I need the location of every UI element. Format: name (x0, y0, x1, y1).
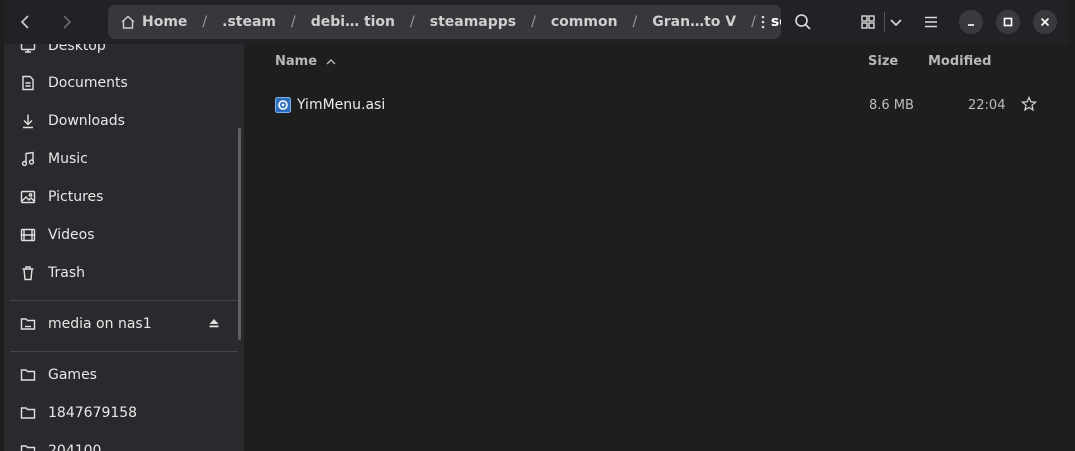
hamburger-menu-icon (925, 16, 937, 28)
column-header-label: Modified (928, 54, 992, 69)
search-button[interactable] (787, 6, 819, 38)
breadcrumb-steam[interactable]: .steam (216, 14, 282, 30)
star-icon[interactable] (1020, 95, 1038, 116)
column-header-name[interactable]: Name (275, 54, 337, 69)
sidebar-item-label: Downloads (48, 113, 125, 129)
file-size: 8.6 MB (869, 98, 914, 113)
breadcrumb-label: steamapps (429, 14, 517, 30)
vertical-dots-icon (761, 15, 765, 29)
column-header-modified[interactable]: Modified (928, 54, 991, 69)
sidebar-item-games[interactable]: Games (18, 360, 228, 390)
close-button[interactable] (1033, 10, 1057, 34)
sidebar-item-label: media on nas1 (48, 316, 152, 332)
maximize-button[interactable] (996, 10, 1020, 34)
documents-icon (18, 73, 38, 93)
breadcrumb-separator: / (291, 14, 296, 30)
column-header-label: Name (275, 54, 318, 69)
column-header-label: Size (868, 54, 899, 69)
file-list-view: Name Size Modified YimMenu.asi 8.6 MB 22… (244, 44, 1068, 451)
videos-icon (18, 225, 38, 245)
folder-menu-button[interactable] (751, 10, 775, 34)
sidebar-item-music[interactable]: Music (18, 144, 228, 174)
sidebar-item-label: Music (48, 151, 88, 167)
sidebar-item-label: Pictures (48, 189, 104, 205)
sidebar-item-1847679158[interactable]: 1847679158 (18, 398, 228, 428)
view-options-button[interactable] (880, 6, 912, 38)
minimize-icon (968, 24, 974, 26)
search-icon (795, 14, 811, 30)
grid-view-icon (861, 15, 875, 29)
desktop-icon (18, 44, 38, 56)
breadcrumb-separator: / (410, 14, 415, 30)
breadcrumb-label: common (550, 14, 618, 30)
breadcrumb-label: Gran…to V (652, 14, 737, 30)
file-manager-window: Home / .steam / debi… tion / steamapps /… (4, 0, 1068, 451)
minimize-button[interactable] (959, 10, 983, 34)
chevron-left-icon (20, 15, 29, 29)
sidebar-item-label: Documents (48, 75, 128, 91)
column-header-size[interactable]: Size (868, 54, 898, 69)
sidebar-item-downloads[interactable]: Downloads (18, 106, 228, 136)
breadcrumb-debian-installation[interactable]: debi… tion (305, 14, 401, 30)
network-folder-icon (18, 314, 38, 334)
sidebar-divider (10, 300, 238, 301)
header-bar: Home / .steam / debi… tion / steamapps /… (4, 0, 1068, 44)
sidebar-item-documents[interactable]: Documents (18, 68, 228, 98)
breadcrumb-home[interactable]: Home (108, 14, 193, 30)
sidebar-item-trash[interactable]: Trash (18, 258, 228, 288)
folder-icon (18, 403, 38, 423)
breadcrumb-label: .steam (222, 14, 277, 30)
forward-button[interactable] (50, 6, 82, 38)
folder-icon (18, 441, 38, 451)
close-icon (1040, 17, 1050, 27)
maximize-icon (1003, 17, 1013, 27)
trash-icon (18, 263, 38, 283)
chevron-down-icon (890, 19, 902, 27)
sidebar-item-label: Desktop (48, 44, 106, 54)
breadcrumb-label: debi… tion (310, 14, 396, 30)
breadcrumb-separator: / (202, 14, 208, 30)
file-name: YimMenu.asi (297, 97, 386, 113)
breadcrumb-separator: / (632, 14, 638, 30)
breadcrumb-steamapps[interactable]: steamapps (424, 14, 522, 30)
sidebar-item-label: 204100 (48, 443, 102, 451)
main-menu-button[interactable] (915, 6, 947, 38)
breadcrumb-separator: / (531, 14, 536, 30)
sidebar-item-media-on-nas1[interactable]: media on nas1 (18, 309, 228, 339)
folder-icon (18, 365, 38, 385)
sidebar-divider (10, 351, 238, 352)
back-button[interactable] (10, 6, 42, 38)
sort-ascending-icon (326, 58, 336, 64)
sidebar-item-204100[interactable]: 204100 (18, 436, 228, 451)
sidebar-item-videos[interactable]: Videos (18, 220, 228, 250)
sidebar-item-label: Trash (48, 265, 85, 281)
breadcrumb-common[interactable]: common (545, 14, 624, 30)
eject-icon[interactable] (208, 317, 220, 333)
file-modified: 22:04 (968, 98, 1006, 113)
sidebar-item-label: Videos (48, 227, 95, 243)
music-icon (18, 149, 38, 169)
sidebar-item-desktop[interactable]: Desktop (18, 44, 228, 61)
sidebar-item-pictures[interactable]: Pictures (18, 182, 228, 212)
path-bar: Home / .steam / debi… tion / steamapps /… (108, 5, 781, 39)
file-row[interactable]: YimMenu.asi 8.6 MB 22:04 (244, 88, 1068, 122)
sidebar-item-label: 1847679158 (48, 405, 138, 421)
chevron-right-icon (63, 15, 72, 29)
sidebar: Desktop Documents Downloads Music Pictur… (4, 44, 244, 451)
home-icon (121, 15, 135, 29)
download-icon (18, 111, 38, 131)
pictures-icon (18, 187, 38, 207)
sidebar-item-label: Games (48, 367, 97, 383)
breadcrumb-label: Home (142, 14, 188, 30)
breadcrumb-grand-theft-auto-v[interactable]: Gran…to V (646, 14, 742, 30)
sidebar-scrollbar[interactable] (238, 128, 241, 340)
executable-icon (275, 97, 291, 113)
